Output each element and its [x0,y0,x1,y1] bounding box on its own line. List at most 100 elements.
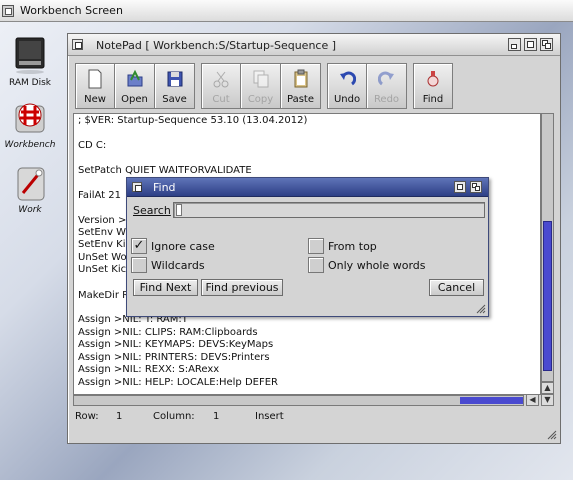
toolbar-search-group: Find [413,63,453,109]
scroll-down-icon[interactable]: ▼ [541,394,554,406]
new-button-label: New [84,94,106,105]
screen-title: Workbench Screen [20,4,123,17]
undo-button-label: Undo [333,94,361,105]
ignore-case-label: Ignore case [151,240,215,253]
find-button-label: Find [422,94,444,105]
screen-depth-gadget[interactable] [2,4,14,17]
window-title-bar[interactable]: NotePad [ Workbench:S/Startup-Sequence ] [68,34,560,56]
redo-button[interactable]: Redo [367,63,407,109]
editor-line: Assign >NIL: PRINTERS: DEVS:Printers [78,352,270,363]
from-top-checkbox[interactable] [308,238,324,254]
zoom-icon[interactable] [524,38,537,51]
horizontal-scroll-knob[interactable] [460,397,523,404]
find-button[interactable]: Find [413,63,453,109]
cut-button[interactable]: Cut [201,63,241,109]
editor-line: Version > [78,215,127,226]
row-value: 1 [116,411,123,422]
editor-line: Assign >NIL: HELP: LOCALE:Help DEFER [78,377,278,388]
desktop-icon-label: Work [18,205,42,215]
scroll-up-icon[interactable]: ▲ [541,382,554,394]
undo-icon [338,69,357,89]
wildcards-label: Wildcards [151,259,205,272]
new-file-icon [86,69,104,89]
editor-line: UnSet Kic [78,264,127,275]
edit-mode: Insert [255,411,284,422]
search-input[interactable] [173,202,485,218]
toolbar-edit-group: Cut Copy Paste [201,63,321,109]
wildcards-checkbox[interactable] [131,257,147,273]
zoom-icon[interactable] [454,181,466,193]
screen-title-bar[interactable]: Workbench Screen [0,0,573,22]
toolbar: New Open Save Cut Copy Paste Undo Redo F… [75,63,459,109]
copy-icon [252,69,270,89]
find-next-button[interactable]: Find Next [133,279,198,296]
vertical-scroll-knob[interactable] [543,221,552,371]
redo-icon [377,69,396,89]
only-whole-words-checkbox[interactable] [308,257,324,273]
find-previous-button[interactable]: Find previous [201,279,283,296]
status-bar: Row: 1 Column: 1 Insert [75,411,553,427]
workbench-desktop-icon[interactable]: Workbench [0,98,60,150]
editor-line: MakeDir R [78,290,130,301]
editor-line: FailAt 21 [78,190,122,201]
scroll-left-icon[interactable]: ◀ [526,394,539,406]
toolbar-file-group: New Open Save [75,63,195,109]
editor-line: UnSet Wo [78,252,127,263]
editor-line: Assign >NIL: REXX: S:ARexx [78,364,220,375]
work-disk-icon [11,163,49,203]
vertical-scrollbar[interactable] [541,113,554,382]
work-desktop-icon[interactable]: Work [0,163,60,215]
column-label: Column: [153,411,195,422]
copy-button[interactable]: Copy [241,63,281,109]
new-button[interactable]: New [75,63,115,109]
column-value: 1 [213,411,220,422]
resize-icon[interactable] [476,304,486,314]
editor-line: SetPatch QUIET WAITFORVALIDATE [78,165,252,176]
save-button[interactable]: Save [155,63,195,109]
save-disk-icon [166,69,184,89]
find-icon [424,69,442,89]
find-dialog-title-bar[interactable]: Find [127,178,488,197]
ignore-case-checkbox[interactable]: ✓ [131,238,147,254]
desktop-icon-label: Workbench [4,140,56,150]
open-button[interactable]: Open [115,63,155,109]
desktop-icon-label: RAM Disk [8,78,51,88]
text-cursor [176,204,182,216]
row-label: Row: [75,411,99,422]
scissors-icon [212,69,230,89]
cut-button-label: Cut [212,94,230,105]
close-icon[interactable] [72,39,83,50]
editor-line: SetEnv Ki [78,239,126,250]
only-whole-words-label: Only whole words [328,259,426,272]
redo-button-label: Redo [373,94,400,105]
editor-line: Assign >NIL: CLIPS: RAM:Clipboards [78,327,258,338]
from-top-label: From top [328,240,377,253]
open-button-label: Open [121,94,148,105]
workbench-disk-icon [11,98,49,138]
paste-button[interactable]: Paste [281,63,321,109]
editor-line: Assign >NIL: KEYMAPS: DEVS:KeyMaps [78,339,274,350]
paste-button-label: Paste [287,94,314,105]
close-icon[interactable] [132,182,142,192]
resize-icon[interactable] [547,430,557,440]
undo-button[interactable]: Undo [327,63,367,109]
editor-line: ; $VER: Startup-Sequence 53.10 (13.04.20… [78,115,308,126]
depth-icon[interactable] [540,38,553,51]
depth-icon[interactable] [470,181,482,193]
editor-line: CD C: [78,140,107,151]
copy-button-label: Copy [247,94,274,105]
open-folder-icon [126,69,144,89]
check-mark-icon: ✓ [133,238,145,253]
find-dialog-title: Find [153,181,176,194]
search-label-text: Search [133,204,171,217]
save-button-label: Save [162,94,187,105]
horizontal-scrollbar[interactable] [73,395,524,406]
ram-disk-icon [11,36,49,76]
cancel-button[interactable]: Cancel [429,279,484,296]
ram-disk-desktop-icon[interactable]: RAM Disk [0,36,60,88]
toolbar-history-group: Undo Redo [327,63,407,109]
window-title: NotePad [ Workbench:S/Startup-Sequence ] [96,39,337,52]
paste-clipboard-icon [292,69,310,89]
find-dialog: Find Search ✓ Ignore case From top Wildc… [126,177,489,317]
iconify-icon[interactable] [508,38,521,51]
